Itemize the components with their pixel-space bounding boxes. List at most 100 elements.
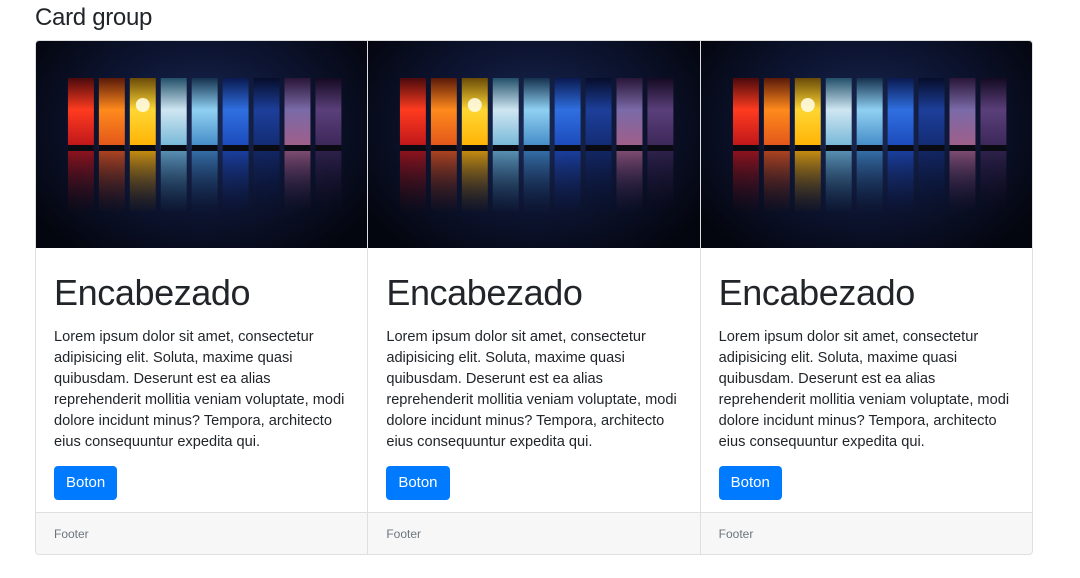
card-footer: Footer — [368, 512, 700, 554]
spectrum-reflection — [160, 151, 187, 211]
card: Encabezado Lorem ipsum dolor sit amet, c… — [700, 41, 1032, 554]
spectrum-reflection — [856, 151, 883, 211]
spectrum-strips — [400, 78, 674, 211]
card-text: Lorem ipsum dolor sit amet, consectetur … — [718, 329, 1010, 450]
card-image — [36, 41, 368, 248]
strip-horizon — [315, 145, 342, 151]
spectrum-strip — [732, 78, 759, 149]
section-title: Card group — [35, 4, 153, 31]
spectrum-reflection — [222, 151, 249, 211]
strip-horizon — [616, 145, 643, 151]
card-text: Lorem ipsum dolor sit amet, consectetur … — [54, 329, 345, 450]
card-group: Encabezado Lorem ipsum dolor sit amet, c… — [35, 40, 1033, 555]
strip-horizon — [763, 145, 790, 151]
spectrum-reflection — [616, 151, 643, 211]
spectrum-strip — [400, 78, 427, 149]
card: Encabezado Lorem ipsum dolor sit amet, c… — [368, 41, 701, 554]
spectrum-reflection — [585, 151, 612, 211]
card-button[interactable]: Boton — [386, 466, 450, 500]
strip-horizon — [856, 145, 883, 151]
card-image — [368, 41, 700, 248]
spectrum-strip — [794, 78, 821, 149]
spectrum-reflection — [284, 151, 311, 211]
spectrum-reflection — [129, 151, 156, 211]
spectrum-strip — [284, 78, 311, 149]
strip-horizon — [284, 145, 311, 151]
card-footer: Footer — [36, 512, 368, 554]
spectrum-reflection — [732, 151, 759, 211]
spectrum-strip — [825, 78, 852, 149]
spectrum-strip — [647, 78, 674, 149]
strip-horizon — [67, 145, 94, 151]
strip-horizon — [462, 145, 489, 151]
card-text: Lorem ipsum dolor sit amet, consectetur … — [386, 329, 677, 450]
spectrum-strips — [67, 78, 342, 211]
strip-horizon — [887, 145, 914, 151]
card-body: Encabezado Lorem ipsum dolor sit amet, c… — [701, 248, 1032, 512]
spectrum-reflection — [462, 151, 489, 211]
sun-glow — [468, 98, 483, 112]
spectrum-strip — [129, 78, 156, 149]
strip-horizon — [554, 145, 581, 151]
spectrum-strip — [160, 78, 187, 149]
spectrum-reflection — [918, 151, 945, 211]
strip-horizon — [647, 145, 674, 151]
strip-horizon — [918, 145, 945, 151]
spectrum-strip — [856, 78, 883, 149]
spectrum-strip — [887, 78, 914, 149]
spectrum-reflection — [949, 151, 976, 211]
spectrum-strip — [493, 78, 520, 149]
card-footer: Footer — [700, 512, 1032, 554]
spectrum-strip — [554, 78, 581, 149]
strip-horizon — [191, 145, 218, 151]
sun-glow — [800, 98, 815, 112]
spectrum-strip — [67, 78, 94, 149]
spectrum-reflection — [191, 151, 218, 211]
spectrum-reflection — [524, 151, 550, 211]
strip-horizon — [400, 145, 427, 151]
spectrum-strip — [616, 78, 643, 149]
spectrum-reflection — [493, 151, 520, 211]
spectrum-strip — [585, 78, 612, 149]
strip-horizon — [98, 145, 125, 151]
card-image — [700, 41, 1032, 248]
card-title: Encabezado — [718, 272, 916, 313]
spectrum-reflection — [431, 151, 458, 211]
card: Encabezado Lorem ipsum dolor sit amet, c… — [36, 41, 369, 554]
card-button[interactable]: Boton — [718, 466, 782, 500]
card-body: Encabezado Lorem ipsum dolor sit amet, c… — [36, 248, 367, 512]
strip-horizon — [980, 145, 1007, 151]
spectrum-strip — [763, 78, 790, 149]
spectrum-reflection — [980, 151, 1007, 211]
strip-horizon — [129, 145, 156, 151]
strip-horizon — [222, 145, 249, 151]
page: Card group Encabezado Lorem ipsum dolor … — [0, 0, 1080, 578]
strip-horizon — [585, 145, 612, 151]
strip-horizon — [524, 145, 550, 151]
strip-horizon — [431, 145, 458, 151]
card-body: Encabezado Lorem ipsum dolor sit amet, c… — [368, 248, 699, 512]
spectrum-strip — [524, 78, 550, 149]
strip-horizon — [794, 145, 821, 151]
spectrum-strips — [732, 78, 1007, 211]
spectrum-strip — [431, 78, 458, 149]
spectrum-reflection — [825, 151, 852, 211]
spectrum-strip — [949, 78, 976, 149]
spectrum-reflection — [763, 151, 790, 211]
spectrum-strip — [98, 78, 125, 149]
spectrum-strip — [222, 78, 249, 149]
strip-horizon — [949, 145, 976, 151]
card-title: Encabezado — [386, 272, 583, 313]
spectrum-reflection — [554, 151, 581, 211]
spectrum-strip — [191, 78, 218, 149]
spectrum-strip — [315, 78, 342, 149]
strip-horizon — [253, 145, 280, 151]
strip-horizon — [825, 145, 852, 151]
card-button[interactable]: Boton — [54, 466, 118, 500]
spectrum-strip — [980, 78, 1007, 149]
strip-horizon — [732, 145, 759, 151]
spectrum-reflection — [98, 151, 125, 211]
spectrum-strip — [253, 78, 280, 149]
strip-horizon — [493, 145, 520, 151]
card-title: Encabezado — [54, 272, 251, 313]
